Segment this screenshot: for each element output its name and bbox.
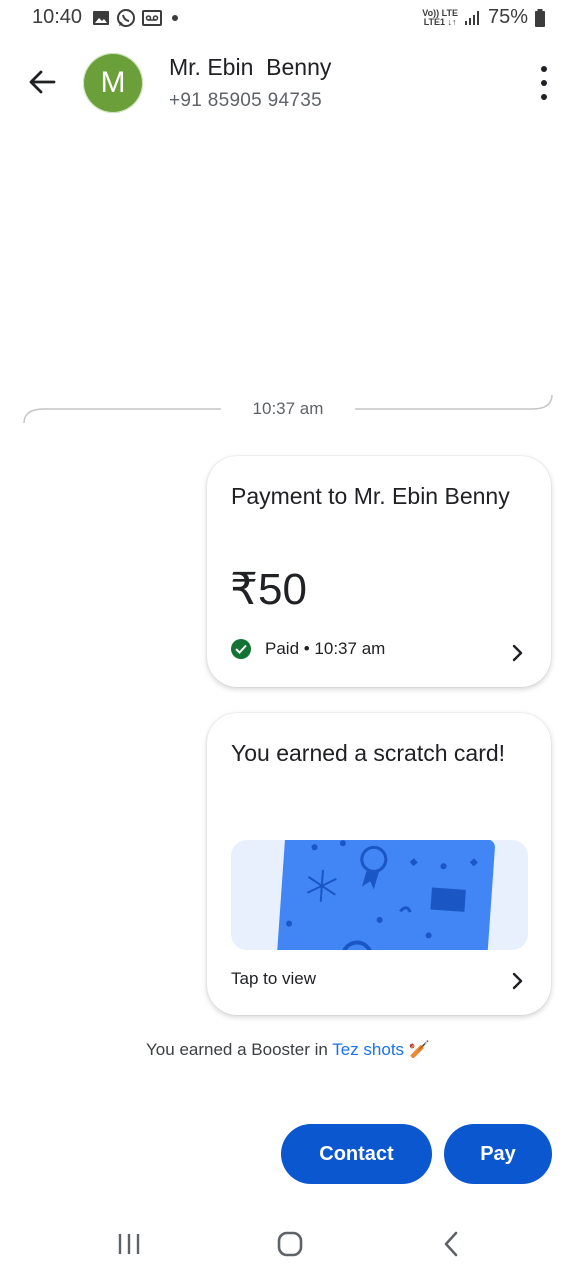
whatsapp-icon xyxy=(117,9,135,27)
pay-button[interactable]: Pay xyxy=(444,1124,552,1184)
battery-percent: 75% xyxy=(487,6,528,28)
divider-time: 10:37 am xyxy=(252,399,324,418)
network-indicator: Vo)) LTE LTE1 ↓↑ xyxy=(422,7,458,27)
payment-amount: ₹50 xyxy=(230,565,307,614)
signal-icon xyxy=(464,10,479,25)
scratch-card-image xyxy=(231,840,528,950)
voicemail-icon xyxy=(142,10,162,26)
chevron-right-icon xyxy=(512,972,523,990)
arrow-back-icon xyxy=(29,70,56,94)
home-icon[interactable] xyxy=(276,1230,304,1258)
booster-text: You earned a Booster in xyxy=(146,1040,333,1059)
avatar[interactable]: M xyxy=(83,53,143,113)
back-button[interactable] xyxy=(24,62,60,102)
notification-dot xyxy=(172,15,178,21)
more-vert-icon xyxy=(541,66,547,72)
tez-shots-link[interactable]: Tez shots xyxy=(332,1040,404,1059)
notification-icons xyxy=(92,8,162,28)
gallery-icon xyxy=(93,11,109,25)
more-options-button[interactable] xyxy=(538,66,550,100)
contact-phone: +91 85905 94735 xyxy=(169,90,322,111)
check-circle-icon xyxy=(231,639,251,659)
timestamp-divider: 10:37 am xyxy=(0,390,576,430)
status-bar: 10:40 Vo)) LTE LTE1 ↓↑ 75% xyxy=(0,0,576,36)
tap-to-view-label: Tap to view xyxy=(231,969,317,988)
payment-card[interactable]: Payment to Mr. Ebin Benny ₹50 Paid • 10:… xyxy=(207,456,551,687)
scratch-card-title: You earned a scratch card! xyxy=(231,740,506,766)
recent-apps-icon[interactable] xyxy=(116,1230,142,1258)
contact-button[interactable]: Contact xyxy=(281,1124,432,1184)
battery-icon xyxy=(535,8,545,27)
cricket-emoji: 🏏 xyxy=(408,1040,430,1059)
nav-back-icon[interactable] xyxy=(440,1230,464,1258)
chevron-right-icon xyxy=(512,644,523,662)
contact-name[interactable]: Mr. Ebin Benny xyxy=(169,54,331,81)
payment-status-text: Paid • 10:37 am xyxy=(265,639,386,658)
status-time: 10:40 xyxy=(32,6,83,28)
payment-title: Payment to Mr. Ebin Benny xyxy=(231,483,510,509)
scratch-card[interactable]: You earned a scratch card! Tap to view xyxy=(207,713,551,1015)
navigation-bar xyxy=(0,1218,576,1274)
payment-status: Paid • 10:37 am xyxy=(231,639,385,659)
booster-message: You earned a Booster in Tez shots 🏏 xyxy=(0,1040,576,1060)
